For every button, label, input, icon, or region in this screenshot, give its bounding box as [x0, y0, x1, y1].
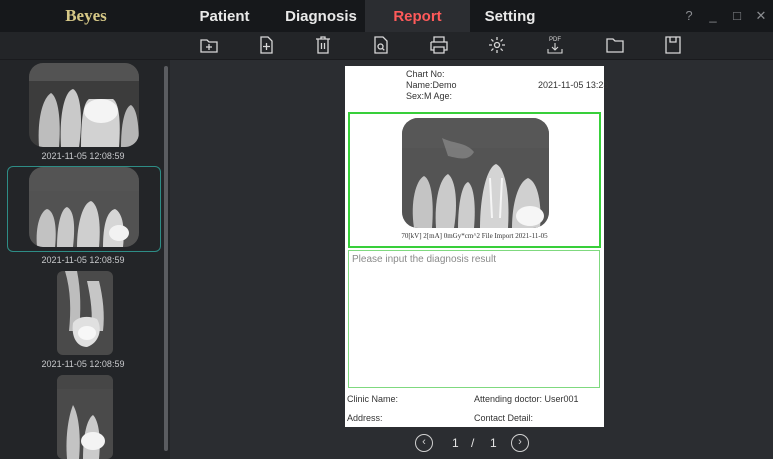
add-folder-button[interactable] [198, 35, 220, 55]
thumbnail-sidebar: 2021-11-05 12:08:59 2021-11-05 12:08:59 … [0, 60, 162, 459]
tab-setting[interactable]: Setting [470, 0, 550, 32]
preview-button[interactable] [370, 35, 392, 55]
new-file-icon [260, 36, 273, 54]
svg-text:PDF: PDF [549, 37, 561, 43]
thumbnail-scrollbar[interactable] [162, 60, 170, 459]
report-image-frame[interactable]: 70[kV] 2[mA] 0mGy*cm^2 File Import 2021-… [348, 112, 601, 248]
next-page-button[interactable]: › [511, 434, 529, 452]
export-pdf-button[interactable]: PDF [544, 35, 566, 55]
trash-icon [316, 36, 330, 54]
title-bar: Beyes Patient Diagnosis Report Setting ?… [0, 0, 773, 32]
xray-thumbnail-1[interactable] [29, 63, 139, 147]
tab-report[interactable]: Report [365, 0, 470, 32]
xray-thumbnail-2[interactable] [29, 167, 139, 247]
current-page: 1 [452, 436, 459, 450]
image-caption: 70[kV] 2[mA] 0mGy*cm^2 File Import 2021-… [401, 232, 548, 240]
printer-icon [430, 36, 448, 54]
close-button[interactable]: ✕ [751, 0, 771, 32]
diagnosis-input[interactable] [349, 251, 599, 387]
patient-sex-age: Sex:M Age: [406, 91, 453, 101]
open-folder-icon [606, 38, 624, 53]
report-datetime: 2021-11-05 13:23 [538, 80, 609, 90]
contact-detail-label: Contact Detail: [474, 413, 534, 423]
toolbar: PDF [0, 32, 773, 60]
app-logo: Beyes [65, 6, 107, 25]
previous-page-button[interactable]: ‹ [415, 434, 433, 452]
total-pages: 1 [490, 436, 497, 450]
clinic-name-label: Clinic Name: [347, 394, 399, 404]
open-button[interactable] [604, 35, 626, 55]
help-button[interactable]: ? [679, 0, 699, 32]
tab-diagnosis[interactable]: Diagnosis [277, 0, 365, 32]
gear-icon [489, 37, 505, 53]
save-button[interactable] [662, 35, 684, 55]
chevron-right-icon: › [518, 436, 522, 448]
settings-button[interactable] [486, 35, 508, 55]
scrollbar-thumb[interactable] [164, 66, 168, 451]
page-navigator: ‹ 1 / 1 › [408, 433, 548, 453]
chevron-left-icon: ‹ [422, 436, 426, 448]
attending-doctor-label: Attending doctor: User001 [474, 394, 579, 404]
address-label: Address: [347, 413, 383, 423]
diagnosis-box[interactable] [348, 250, 600, 388]
save-icon [665, 36, 681, 54]
tab-patient[interactable]: Patient [172, 0, 277, 32]
preview-file-icon [374, 36, 388, 54]
maximize-button[interactable]: □ [727, 0, 747, 32]
new-report-button[interactable] [255, 35, 277, 55]
report-xray-image [402, 118, 549, 228]
xray-thumbnail-4[interactable] [57, 375, 113, 459]
chart-no-label: Chart No: [406, 69, 445, 79]
add-folder-icon [200, 39, 218, 53]
thumbnail-date: 2021-11-05 12:08:59 [41, 359, 125, 369]
patient-name: Name:Demo [406, 80, 457, 90]
minimize-button[interactable]: _ [703, 0, 723, 32]
pdf-export-icon: PDF [547, 37, 563, 54]
thumbnail-date: 2021-11-05 12:08:59 [41, 151, 125, 161]
report-page: Chart No: Name:Demo 2021-11-05 13:23 Sex… [345, 66, 608, 427]
delete-button[interactable] [312, 35, 334, 55]
xray-thumbnail-3[interactable] [57, 271, 113, 355]
page-separator: / [471, 436, 475, 450]
print-button[interactable] [428, 35, 450, 55]
thumbnail-date: 2021-11-05 12:08:59 [41, 255, 125, 265]
